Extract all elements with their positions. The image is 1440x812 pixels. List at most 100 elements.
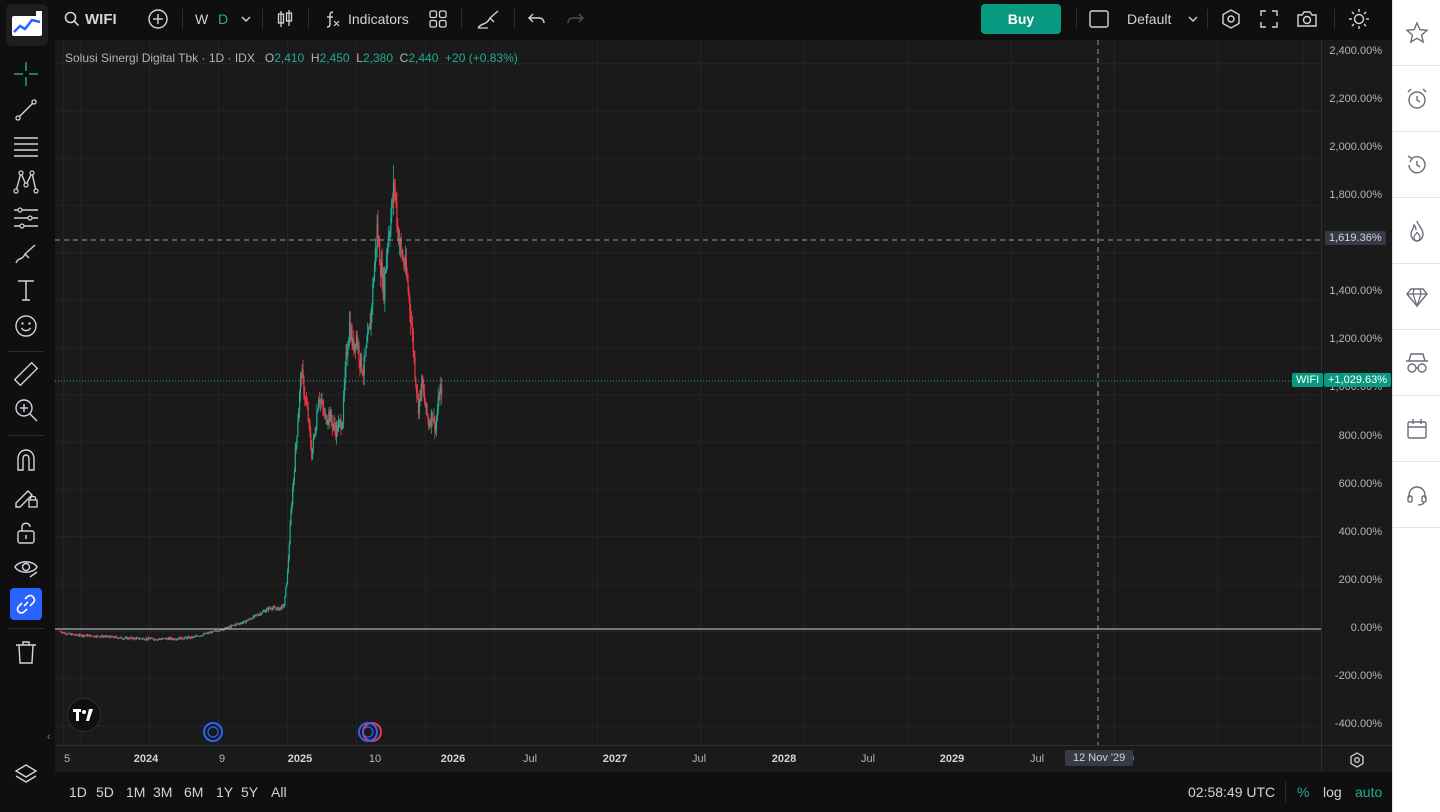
- symbol-search[interactable]: WIFI: [64, 0, 117, 38]
- timezone-clock[interactable]: 02:58:49 UTC: [1188, 772, 1275, 812]
- range-1y-button[interactable]: 1Y: [216, 772, 233, 812]
- eye-icon: [13, 555, 39, 581]
- sync-drawings-tool[interactable]: [10, 588, 42, 620]
- app-logo[interactable]: [6, 4, 48, 46]
- range-5d-button[interactable]: 5D: [96, 772, 114, 812]
- fib-tool[interactable]: [10, 130, 42, 162]
- camera-icon: [1296, 9, 1318, 29]
- legend-change: +20 (+0.83%): [445, 51, 518, 65]
- drawing-mode-button[interactable]: [476, 0, 502, 38]
- settings-button[interactable]: [1220, 0, 1242, 38]
- toolbar-divider: [1334, 9, 1335, 29]
- range-all-button[interactable]: All: [271, 772, 287, 812]
- candle-body: [298, 391, 301, 410]
- indicators-label: Indicators: [348, 11, 409, 27]
- toolbar-divider: [8, 435, 44, 436]
- time-scale-label: 2028: [771, 753, 797, 765]
- theme-toggle[interactable]: [1348, 0, 1370, 38]
- drawing-mode-tool[interactable]: [10, 480, 42, 512]
- toolbar-divider: [514, 9, 515, 29]
- fullscreen-button[interactable]: [1259, 0, 1279, 38]
- time-scale[interactable]: 5 2024 9 2025 10 2026 Jul 2027 Jul 2028 …: [55, 745, 1321, 772]
- snapshot-button[interactable]: [1296, 0, 1318, 38]
- candle-body: [415, 378, 417, 386]
- range-3m-button[interactable]: 3M: [153, 772, 172, 812]
- replay-button[interactable]: [1393, 132, 1440, 198]
- emoji-tool[interactable]: [10, 310, 42, 342]
- crosshair-tool[interactable]: [10, 58, 42, 90]
- brush-tool[interactable]: [10, 238, 42, 270]
- candle-body: [291, 504, 293, 511]
- percent-scale-toggle[interactable]: %: [1297, 772, 1309, 812]
- candle-body: [356, 335, 358, 347]
- candle-body: [286, 582, 288, 587]
- undo-button[interactable]: [528, 0, 546, 38]
- layout-name-dropdown[interactable]: Default: [1127, 0, 1199, 38]
- link-icon: [15, 593, 37, 615]
- log-scale-toggle[interactable]: log: [1323, 772, 1342, 812]
- candle-body: [365, 347, 367, 356]
- price-scale-label: 1,200.00%: [1329, 333, 1382, 345]
- legend-low: 2,380: [362, 51, 393, 65]
- bottom-toolbar: 1D 5D 1M 3M 6M 1Y 5Y All 02:58:49 UTC % …: [55, 772, 1392, 812]
- compare-symbol-button[interactable]: [147, 0, 169, 38]
- zoom-tool[interactable]: [10, 394, 42, 426]
- candle-body: [367, 329, 370, 333]
- candle-body: [397, 226, 399, 229]
- object-tree-button[interactable]: [10, 758, 42, 790]
- alerts-button[interactable]: [1393, 66, 1440, 132]
- chart-canvas[interactable]: [55, 40, 1321, 745]
- range-5y-button[interactable]: 5Y: [241, 772, 258, 812]
- candle-body: [296, 435, 298, 443]
- chart-type-button[interactable]: [276, 0, 294, 38]
- ideas-button[interactable]: [1393, 264, 1440, 330]
- tradingview-logo[interactable]: [67, 698, 101, 732]
- pencil-lock-icon: [13, 483, 39, 509]
- chart-pane[interactable]: Solusi Sinergi Digital Tbk · 1D · IDX O2…: [55, 40, 1321, 745]
- indicators-button[interactable]: Indicators: [322, 0, 409, 38]
- candle-body: [413, 351, 415, 358]
- measure-tool[interactable]: [10, 358, 42, 390]
- interval-week-button[interactable]: W: [195, 0, 208, 38]
- pattern-tool[interactable]: [10, 166, 42, 198]
- time-scale-label: Jul: [522, 753, 538, 765]
- candle-body: [371, 305, 373, 311]
- calendar-button[interactable]: [1393, 396, 1440, 462]
- magnet-tool[interactable]: [10, 444, 42, 476]
- time-scale-label: 9: [218, 753, 226, 765]
- watchlist-button[interactable]: [1393, 0, 1440, 66]
- candle-body: [358, 344, 360, 361]
- auto-scale-toggle[interactable]: auto: [1355, 772, 1382, 812]
- interval-dropdown[interactable]: [240, 0, 252, 38]
- hide-drawings-tool[interactable]: [10, 552, 42, 584]
- help-button[interactable]: [1393, 462, 1440, 528]
- forecast-tool[interactable]: [10, 202, 42, 234]
- private-mode-button[interactable]: [1393, 330, 1440, 396]
- buy-button[interactable]: Buy: [981, 4, 1061, 34]
- range-6m-button[interactable]: 6M: [184, 772, 203, 812]
- hotlists-button[interactable]: [1393, 198, 1440, 264]
- crosshair-price-label: 1,619.36%: [1325, 231, 1386, 245]
- smiley-icon: [13, 313, 39, 339]
- templates-button[interactable]: [428, 0, 448, 38]
- lock-drawings-tool[interactable]: [10, 516, 42, 548]
- scale-settings-button[interactable]: [1321, 745, 1392, 772]
- interval-day-button[interactable]: D: [218, 0, 228, 38]
- trend-line-tool[interactable]: [10, 94, 42, 126]
- price-scale[interactable]: 2,400.00% 2,200.00% 2,000.00% 1,800.00% …: [1321, 40, 1392, 745]
- candle-body: [426, 403, 428, 415]
- brush-icon: [13, 241, 39, 267]
- text-tool[interactable]: [10, 274, 42, 306]
- range-1m-button[interactable]: 1M: [126, 772, 145, 812]
- collapse-toolbar-handle[interactable]: ‹: [47, 731, 51, 743]
- candle-body: [347, 349, 349, 357]
- candle-body: [322, 401, 324, 408]
- candle-body: [332, 425, 334, 428]
- range-1d-button[interactable]: 1D: [69, 772, 87, 812]
- redo-button[interactable]: [566, 0, 584, 38]
- remove-drawings-tool[interactable]: [10, 636, 42, 668]
- candle-body: [412, 331, 414, 352]
- candle-body: [418, 399, 420, 415]
- layout-toggle[interactable]: [1089, 0, 1109, 38]
- candle-body: [287, 558, 289, 571]
